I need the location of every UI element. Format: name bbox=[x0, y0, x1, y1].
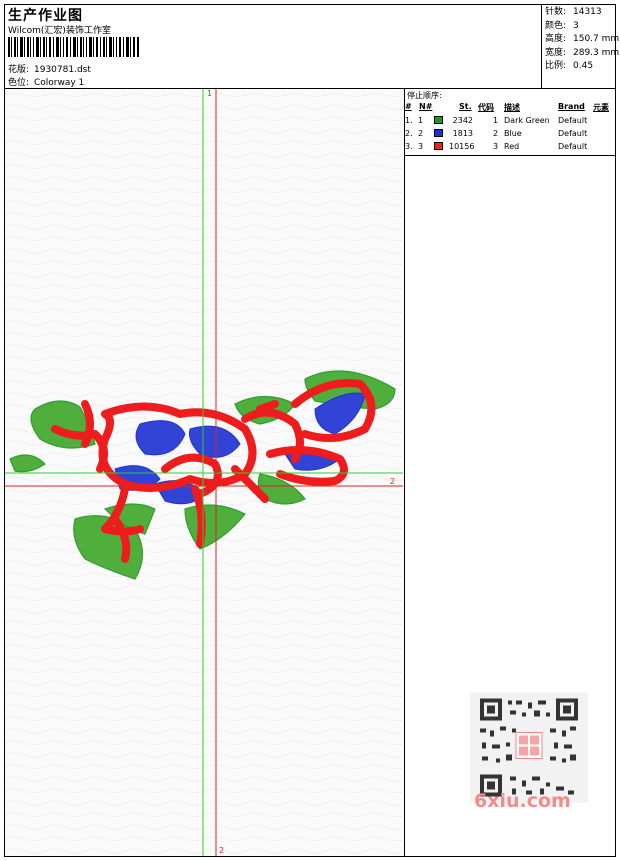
color-swatch bbox=[434, 142, 443, 150]
colorway-label: 色位: bbox=[8, 78, 30, 88]
col-header-stitches: St. bbox=[459, 102, 472, 111]
col-header-brand: Brand bbox=[558, 102, 585, 111]
stop-sequence-title: 停止顺序: bbox=[407, 91, 442, 100]
row-n: 3 bbox=[418, 142, 424, 151]
row-stitches: 1813 bbox=[452, 129, 473, 138]
design-row: 花版: 1930781.dst bbox=[8, 62, 91, 75]
row-code: 3 bbox=[493, 142, 499, 151]
design-label: 花版: bbox=[8, 65, 30, 75]
stat-label: 针数: bbox=[545, 7, 567, 17]
row-stitches: 10156 bbox=[449, 142, 475, 151]
color-swatch bbox=[434, 116, 443, 124]
row-brand: Default bbox=[558, 116, 588, 125]
col-header-desc: 描述 bbox=[504, 103, 520, 112]
col-header-code: 代码 bbox=[478, 103, 494, 112]
axis-label-right: 2 bbox=[390, 477, 396, 486]
design-value: 1930781.dst bbox=[34, 65, 91, 75]
embroidery-preview bbox=[5, 89, 405, 856]
row-num: 2. bbox=[405, 129, 413, 138]
canvas-divider bbox=[404, 89, 405, 856]
stat-label: 比例: bbox=[545, 61, 567, 71]
row-num: 1. bbox=[405, 116, 413, 125]
stat-colors: 颜色: 3 bbox=[545, 20, 619, 34]
stat-label: 颜色: bbox=[545, 20, 567, 31]
row-brand: Default bbox=[558, 129, 588, 138]
stat-value: 3 bbox=[573, 20, 579, 31]
stat-width: 宽度: 289.3 mm bbox=[545, 47, 619, 61]
row-brand: Default bbox=[558, 142, 588, 151]
row-n: 1 bbox=[418, 116, 424, 125]
row-stitches: 2342 bbox=[452, 116, 473, 125]
design-canvas: 1 2 2 bbox=[5, 89, 405, 856]
row-code: 1 bbox=[493, 116, 499, 125]
studio-name: Wilcom(汇宏)装饰工作室 bbox=[8, 26, 111, 36]
stat-height: 高度: 150.7 mm bbox=[545, 33, 619, 47]
stat-value: 14313 bbox=[573, 7, 602, 17]
color-swatch bbox=[434, 129, 443, 137]
stat-label: 高度: bbox=[545, 34, 567, 44]
table-divider bbox=[405, 155, 616, 156]
colorway-value: Colorway 1 bbox=[34, 78, 85, 88]
row-desc: Blue bbox=[504, 129, 522, 138]
watermark-text: 6xiu.com bbox=[474, 790, 571, 812]
stat-scale: 比例: 0.45 bbox=[545, 60, 619, 74]
stat-label: 宽度: bbox=[545, 47, 567, 58]
stat-value: 289.3 mm bbox=[573, 47, 620, 58]
col-header-num: # bbox=[405, 102, 412, 111]
col-header-element: 元素 bbox=[593, 103, 609, 112]
row-code: 2 bbox=[493, 129, 499, 138]
axis-label-top: 1 bbox=[207, 89, 213, 98]
stat-value: 150.7 mm bbox=[573, 34, 620, 44]
row-desc: Red bbox=[504, 142, 520, 151]
stat-value: 0.45 bbox=[573, 61, 594, 71]
col-header-n: N# bbox=[419, 102, 433, 111]
stat-stitches: 针数: 14313 bbox=[545, 6, 619, 20]
stats-panel: 针数: 14313 颜色: 3 高度: 150.7 mm 宽度: 289.3 mm 比例… bbox=[545, 6, 619, 74]
row-desc: Dark Green bbox=[504, 116, 550, 125]
colorway-row: 色位: Colorway 1 bbox=[8, 75, 84, 88]
barcode bbox=[8, 37, 139, 57]
row-n: 2 bbox=[418, 129, 424, 138]
axis-label-bottom: 2 bbox=[219, 846, 225, 855]
sheet-title: 生产作业图 bbox=[8, 8, 83, 24]
row-num: 3. bbox=[405, 142, 413, 151]
stats-divider bbox=[541, 4, 542, 88]
